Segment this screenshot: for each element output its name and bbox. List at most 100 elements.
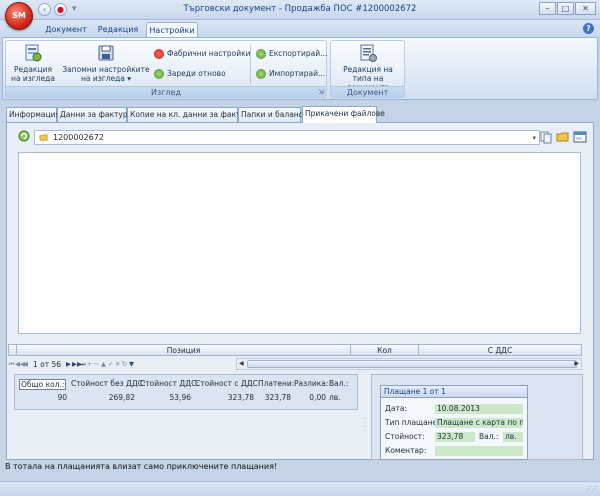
prev-page-icon[interactable]: ◀◀ xyxy=(15,360,25,368)
save-settings-icon xyxy=(98,45,114,61)
payments-panel: Плащане 1 от 1 Дата: 10.08.2013 Тип плащ… xyxy=(371,374,583,460)
tab-folders-balances[interactable]: Папки и баланси xyxy=(238,107,308,122)
open-folder-icon[interactable] xyxy=(556,130,570,144)
group-document-caption: Документ xyxy=(331,86,404,97)
total-vat-value: 53,96 xyxy=(169,393,191,402)
group-document: Редакция на типа на документа Документ xyxy=(330,40,405,98)
record-position: 1 от 56 xyxy=(33,359,62,369)
export-button[interactable]: Експортирай... xyxy=(256,47,327,61)
last-record-icon[interactable]: ⏭ xyxy=(79,360,86,369)
post-record-icon[interactable]: ✓ xyxy=(107,360,114,368)
factory-settings-button[interactable]: Фабрични настройки xyxy=(154,47,251,61)
status-bar: ⋰⋰ xyxy=(0,481,600,496)
save-view-settings-button[interactable]: Запомни настройките на изгледа ▾ xyxy=(62,43,150,83)
import-label: Импортирай... xyxy=(269,69,326,78)
total-without-vat-value: 269,82 xyxy=(108,393,135,402)
ribbon-tab-strip: Документ Редакция Настройки ? xyxy=(0,20,600,37)
positions-grid: Позиция Кол С ДДС ⏮ ◀◀ ◀ 1 от 56 ▶ ▶▶ ⏭ … xyxy=(8,344,582,372)
add-record-icon[interactable]: + xyxy=(86,360,93,368)
filter-icon[interactable]: ▼ xyxy=(128,360,135,368)
folder-icon xyxy=(39,134,48,141)
payment-type-field[interactable]: Плащане с карта по прод xyxy=(435,418,523,428)
reload-button[interactable]: Зареди отново xyxy=(154,67,226,81)
edit-record-icon[interactable]: ▲ xyxy=(100,360,107,368)
first-record-icon[interactable]: ⏮ xyxy=(8,360,15,369)
total-with-vat-label: Стойност с ДДС: xyxy=(195,379,261,388)
resize-grip-icon[interactable]: ⋰⋰ xyxy=(585,485,598,493)
import-button[interactable]: Импортирай... xyxy=(256,67,325,81)
delete-record-icon[interactable]: − xyxy=(93,360,100,368)
next-record-icon[interactable]: ▶ xyxy=(65,360,72,368)
total-without-vat-label: Стойност без ДДС: xyxy=(71,379,146,388)
payment-currency-field[interactable]: лв. xyxy=(503,432,523,442)
help-icon[interactable]: ? xyxy=(583,23,594,34)
close-button[interactable]: ✕ xyxy=(575,2,596,15)
attached-files-list[interactable] xyxy=(18,152,581,334)
folder-path-text: 1200002672 xyxy=(53,133,104,142)
column-position[interactable]: Позиция xyxy=(17,345,351,356)
tab-information[interactable]: Информация xyxy=(6,107,60,122)
scroll-left-icon[interactable]: ◀ xyxy=(239,359,244,369)
import-icon xyxy=(256,69,266,79)
title-bar: ‹ ● ▾ Търговски документ - Продажба ПОС … xyxy=(0,0,600,20)
maximize-button[interactable]: □ xyxy=(557,2,574,15)
export-label: Експортирай... xyxy=(269,49,328,58)
scroll-thumb[interactable] xyxy=(247,360,577,368)
grid-navigator: ⏮ ◀◀ ◀ 1 от 56 ▶ ▶▶ ⏭ + − ▲ ✓ ✕ ↻ ▼ ◀ ▶ xyxy=(8,358,582,370)
panel-splitter[interactable]: · · · · xyxy=(364,417,366,435)
column-with-vat[interactable]: С ДДС xyxy=(419,345,581,356)
edit-view-label: Редакция на изгледа xyxy=(11,65,55,83)
save-settings-label: Запомни настройките на изгледа xyxy=(62,65,150,83)
tab-client-invoice-copy[interactable]: Копие на кл. данни за фактура xyxy=(127,107,254,122)
export-icon xyxy=(256,49,266,59)
ribbon-panel: Редакция на изгледа Запомни настройките … xyxy=(2,37,598,100)
horizontal-scrollbar[interactable]: ◀ ▶ xyxy=(236,358,582,370)
payment-card: Плащане 1 от 1 Дата: 10.08.2013 Тип плащ… xyxy=(380,385,528,460)
payment-type-label: Тип плащане: xyxy=(385,418,440,427)
total-qty-label: Общо кол.: xyxy=(19,379,67,390)
next-page-icon[interactable]: ▶▶ xyxy=(72,360,82,368)
column-quantity[interactable]: Кол xyxy=(351,345,419,356)
refresh-icon[interactable] xyxy=(18,130,30,142)
reload-icon xyxy=(154,69,164,79)
refresh-records-icon[interactable]: ↻ xyxy=(121,360,128,368)
dialog-launcher-icon[interactable]: ⇲ xyxy=(318,88,324,96)
payment-comment-label: Коментар: xyxy=(385,446,427,455)
minimize-button[interactable]: – xyxy=(539,2,556,15)
total-paid-value: 323,78 xyxy=(264,393,291,402)
payment-date-label: Дата: xyxy=(385,404,407,413)
total-currency-label: Вал.: xyxy=(329,379,349,388)
payment-amount-field[interactable]: 323,78 xyxy=(435,432,475,442)
grid-header: Позиция Кол С ДДС xyxy=(8,344,582,356)
edit-view-icon xyxy=(25,44,42,62)
factory-settings-label: Фабрични настройки xyxy=(167,49,251,58)
total-with-vat-value: 323,78 xyxy=(227,393,254,402)
folder-path-combo[interactable]: 1200002672 ▾ xyxy=(34,130,540,145)
payment-comment-field[interactable] xyxy=(435,446,523,456)
payment-date-field[interactable]: 10.08.2013 xyxy=(435,404,523,414)
grid-row-selector[interactable] xyxy=(9,345,17,356)
ribbon-separator xyxy=(250,45,251,85)
chevron-down-icon[interactable]: ▾ xyxy=(532,134,536,142)
tab-edit[interactable]: Редакция xyxy=(94,22,142,37)
attachments-panel: 1200002672 ▾ Позиция Кол С ДДС ⏮ ◀◀ ◀ 1 … xyxy=(6,122,594,460)
payment-title: Плащане 1 от 1 xyxy=(381,386,527,398)
tab-settings[interactable]: Настройки xyxy=(146,22,198,37)
total-difference-label: Разлика: xyxy=(294,379,329,388)
payment-currency-label: Вал.: xyxy=(479,432,499,441)
total-qty-value: 90 xyxy=(57,393,67,402)
group-view-caption: Изглед xyxy=(6,86,326,97)
cancel-record-icon[interactable]: ✕ xyxy=(114,360,121,368)
tab-attached-files[interactable]: Прикачени файлове xyxy=(302,106,385,123)
scroll-right-icon[interactable]: ▶ xyxy=(574,359,579,369)
window-icon[interactable] xyxy=(573,130,587,144)
edit-view-button[interactable]: Редакция на изгледа xyxy=(10,43,56,83)
app-menu-button[interactable]: SM xyxy=(5,2,33,30)
tab-invoice-data[interactable]: Данни за фактура xyxy=(57,107,132,122)
edit-doc-type-button[interactable]: Редакция на типа на документа xyxy=(333,43,403,92)
prev-record-icon[interactable]: ◀ xyxy=(22,360,29,368)
tab-document[interactable]: Документ xyxy=(40,22,92,37)
total-vat-label: Стойност ДДС: xyxy=(140,379,199,388)
reset-icon xyxy=(154,49,164,59)
copy-icon[interactable] xyxy=(539,130,553,144)
